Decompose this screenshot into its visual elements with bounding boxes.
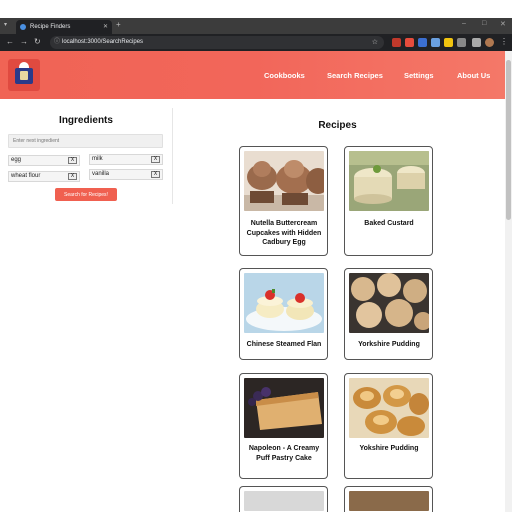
bookmark-star-icon[interactable]: ☆ xyxy=(372,36,378,49)
ingredient-name: egg xyxy=(11,157,22,163)
search-recipes-button[interactable]: Search for Recipes! xyxy=(55,188,117,201)
tab-close-icon[interactable]: ✕ xyxy=(103,20,108,34)
cookbook-icon xyxy=(15,68,33,84)
recipe-name: Chinese Steamed Flan xyxy=(246,341,322,348)
ingredient-chip: egg X xyxy=(8,155,80,166)
extension-icon[interactable] xyxy=(431,38,440,47)
recipe-card[interactable] xyxy=(239,486,328,512)
browser-window: ▾ Recipe Finders ✕ + – □ ✕ ← → ↻ ⓘ local… xyxy=(0,0,512,512)
recipe-image xyxy=(349,378,429,438)
recipe-card[interactable]: Napoleon - A Creamy Puff Pastry Cake xyxy=(239,373,328,479)
remove-ingredient-button[interactable]: X xyxy=(68,157,77,164)
recipe-card[interactable]: Yokshire Pudding xyxy=(344,373,433,479)
ingredient-input[interactable] xyxy=(8,134,163,148)
recipe-card[interactable]: Yorkshire Pudding xyxy=(344,268,433,360)
recipe-image xyxy=(244,378,324,438)
profile-avatar[interactable] xyxy=(485,38,494,47)
menu-kebab-icon[interactable]: ⋮ xyxy=(500,37,508,46)
recipe-name: Nutella Buttercream Cupcakes with Hidden… xyxy=(246,220,322,246)
url-text: localhost:3000/SearchRecipes xyxy=(62,39,144,45)
reload-icon[interactable]: ↻ xyxy=(34,37,41,46)
recipe-image xyxy=(244,151,324,211)
logo[interactable] xyxy=(8,59,40,91)
close-window-icon[interactable]: ✕ xyxy=(500,20,506,28)
remove-ingredient-button[interactable]: X xyxy=(68,173,77,180)
back-icon[interactable]: ← xyxy=(6,37,14,46)
extensions-puzzle-icon[interactable] xyxy=(457,38,466,47)
ingredient-chip: wheat flour X xyxy=(8,171,80,182)
forward-icon[interactable]: → xyxy=(20,37,28,46)
nav-cookbooks[interactable]: Cookbooks xyxy=(264,71,305,80)
extension-icon[interactable] xyxy=(392,38,401,47)
recipe-card[interactable]: Chinese Steamed Flan xyxy=(239,268,328,360)
recipes-title: Recipes xyxy=(318,120,357,131)
recipe-card[interactable]: Baked Custard xyxy=(344,146,433,256)
favicon-icon xyxy=(20,24,26,30)
nav-about-us[interactable]: About Us xyxy=(457,71,490,80)
ingredient-name: milk xyxy=(92,156,103,162)
recipe-image xyxy=(244,273,324,333)
recipe-card[interactable]: Nutella Buttercream Cupcakes with Hidden… xyxy=(239,146,328,256)
ingredient-chip: vanilla X xyxy=(89,169,163,180)
extension-icon[interactable] xyxy=(418,38,427,47)
address-bar[interactable]: ⓘ localhost:3000/SearchRecipes ☆ xyxy=(50,36,384,49)
site-header: Cookbooks Search Recipes Settings About … xyxy=(0,51,505,99)
recipe-name: Yorkshire Pudding xyxy=(358,341,420,348)
nav-search-recipes[interactable]: Search Recipes xyxy=(327,71,383,80)
recipe-image xyxy=(349,151,429,211)
ingredients-title: Ingredients xyxy=(59,115,113,126)
tab-title: Recipe Finders xyxy=(30,24,71,30)
remove-ingredient-button[interactable]: X xyxy=(151,156,160,163)
extension-icon[interactable] xyxy=(444,38,453,47)
ingredient-chip: milk X xyxy=(89,154,163,165)
nav-settings[interactable]: Settings xyxy=(404,71,434,80)
ingredients-panel: Ingredients egg X milk X wheat flour X v… xyxy=(0,99,172,204)
recipe-image xyxy=(349,273,429,333)
ingredient-name: wheat flour xyxy=(11,173,41,179)
tab-search-icon[interactable]: ▾ xyxy=(4,21,7,28)
recipe-name: Napoleon - A Creamy Puff Pastry Cake xyxy=(248,445,320,462)
ingredient-name: vanilla xyxy=(92,171,110,177)
recipe-image xyxy=(349,491,429,511)
browser-toolbar: ← → ↻ ⓘ localhost:3000/SearchRecipes ☆ ⋮ xyxy=(0,34,512,51)
recipe-card[interactable] xyxy=(344,486,433,512)
scrollbar-thumb[interactable] xyxy=(506,60,511,220)
remove-ingredient-button[interactable]: X xyxy=(151,171,160,178)
site-info-icon[interactable]: ⓘ xyxy=(54,36,60,49)
tab-bar: ▾ Recipe Finders ✕ + – □ ✕ xyxy=(0,18,512,34)
minimize-icon[interactable]: – xyxy=(462,20,466,27)
extension-icon[interactable] xyxy=(405,38,414,47)
recipe-name: Yokshire Pudding xyxy=(359,445,419,452)
new-tab-icon[interactable]: + xyxy=(116,20,121,29)
recipe-image xyxy=(244,491,324,511)
download-icon[interactable] xyxy=(472,38,481,47)
maximize-icon[interactable]: □ xyxy=(482,20,486,27)
recipe-name: Baked Custard xyxy=(364,220,414,227)
browser-tab[interactable]: Recipe Finders ✕ xyxy=(16,20,112,34)
